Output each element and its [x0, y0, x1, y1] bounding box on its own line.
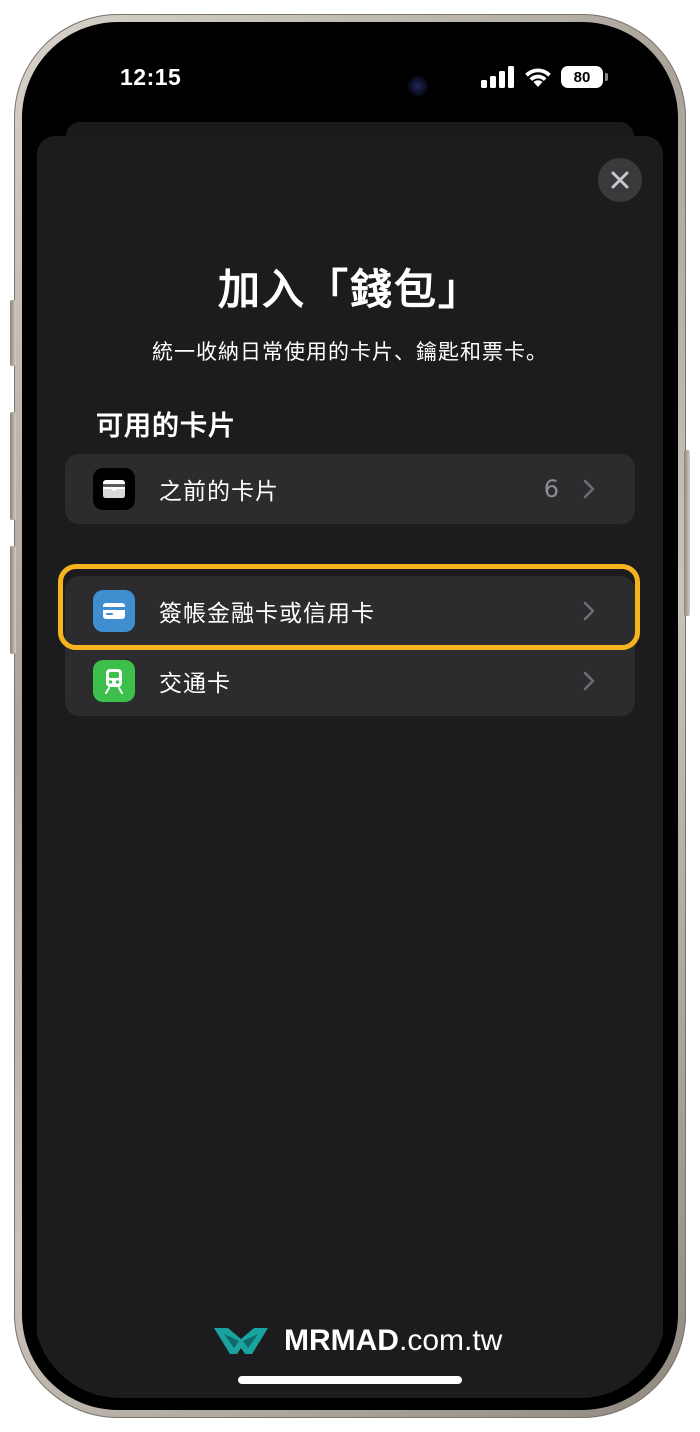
transit-card-label: 交通卡: [159, 671, 231, 697]
add-card-options-group: 簽帳金融卡或信用卡 交通卡: [65, 576, 635, 716]
wallet-icon: [93, 468, 135, 510]
battery-indicator: 80: [561, 66, 608, 88]
volume-down-button: [10, 546, 16, 654]
chevron-right-icon: [583, 479, 595, 499]
close-icon: [611, 171, 629, 189]
transit-card-row[interactable]: 交通卡: [65, 646, 635, 716]
available-cards-heading: 可用的卡片: [96, 411, 236, 442]
debit-credit-card-row[interactable]: 簽帳金融卡或信用卡: [65, 576, 635, 647]
cellular-signal-icon: [481, 66, 514, 88]
chevron-right-icon: [583, 671, 595, 691]
front-camera-icon: [408, 76, 428, 96]
battery-level: 80: [573, 68, 591, 86]
debit-credit-card-label: 簽帳金融卡或信用卡: [159, 601, 375, 627]
power-button: [684, 450, 690, 616]
previous-cards-row[interactable]: 之前的卡片 6: [65, 454, 635, 524]
previous-cards-count: 6: [543, 475, 559, 503]
sheet-title: 加入「錢包」: [217, 265, 482, 314]
battery-icon: 80: [561, 66, 603, 88]
previous-cards-label: 之前的卡片: [159, 479, 279, 505]
volume-up-button: [10, 412, 16, 520]
action-button: [10, 300, 16, 366]
close-button[interactable]: [598, 158, 642, 202]
battery-tip: [605, 73, 608, 81]
chevron-right-icon: [583, 601, 595, 621]
mrmad-logo-icon: [214, 1328, 268, 1354]
sheet-subtitle: 統一收納日常使用的卡片、鑰匙和票卡。: [152, 340, 548, 364]
watermark-domain: .com.tw: [398, 1324, 503, 1357]
watermark: MRMAD.com.tw: [212, 1324, 502, 1358]
home-indicator[interactable]: [238, 1376, 462, 1384]
watermark-brand: MRMAD: [284, 1324, 399, 1357]
credit-card-icon: [93, 590, 135, 632]
train-icon: [93, 660, 135, 702]
previous-cards-group: 之前的卡片 6: [65, 454, 635, 524]
status-icons: 80: [481, 66, 608, 88]
add-to-wallet-sheet: [37, 136, 663, 1398]
screen: 12:15 80 加入「錢包」 統一收納日常使用的卡片、鑰匙和票卡。 可用的卡片…: [34, 34, 666, 1398]
status-time: 12:15: [120, 64, 182, 90]
wifi-icon: [525, 68, 551, 87]
